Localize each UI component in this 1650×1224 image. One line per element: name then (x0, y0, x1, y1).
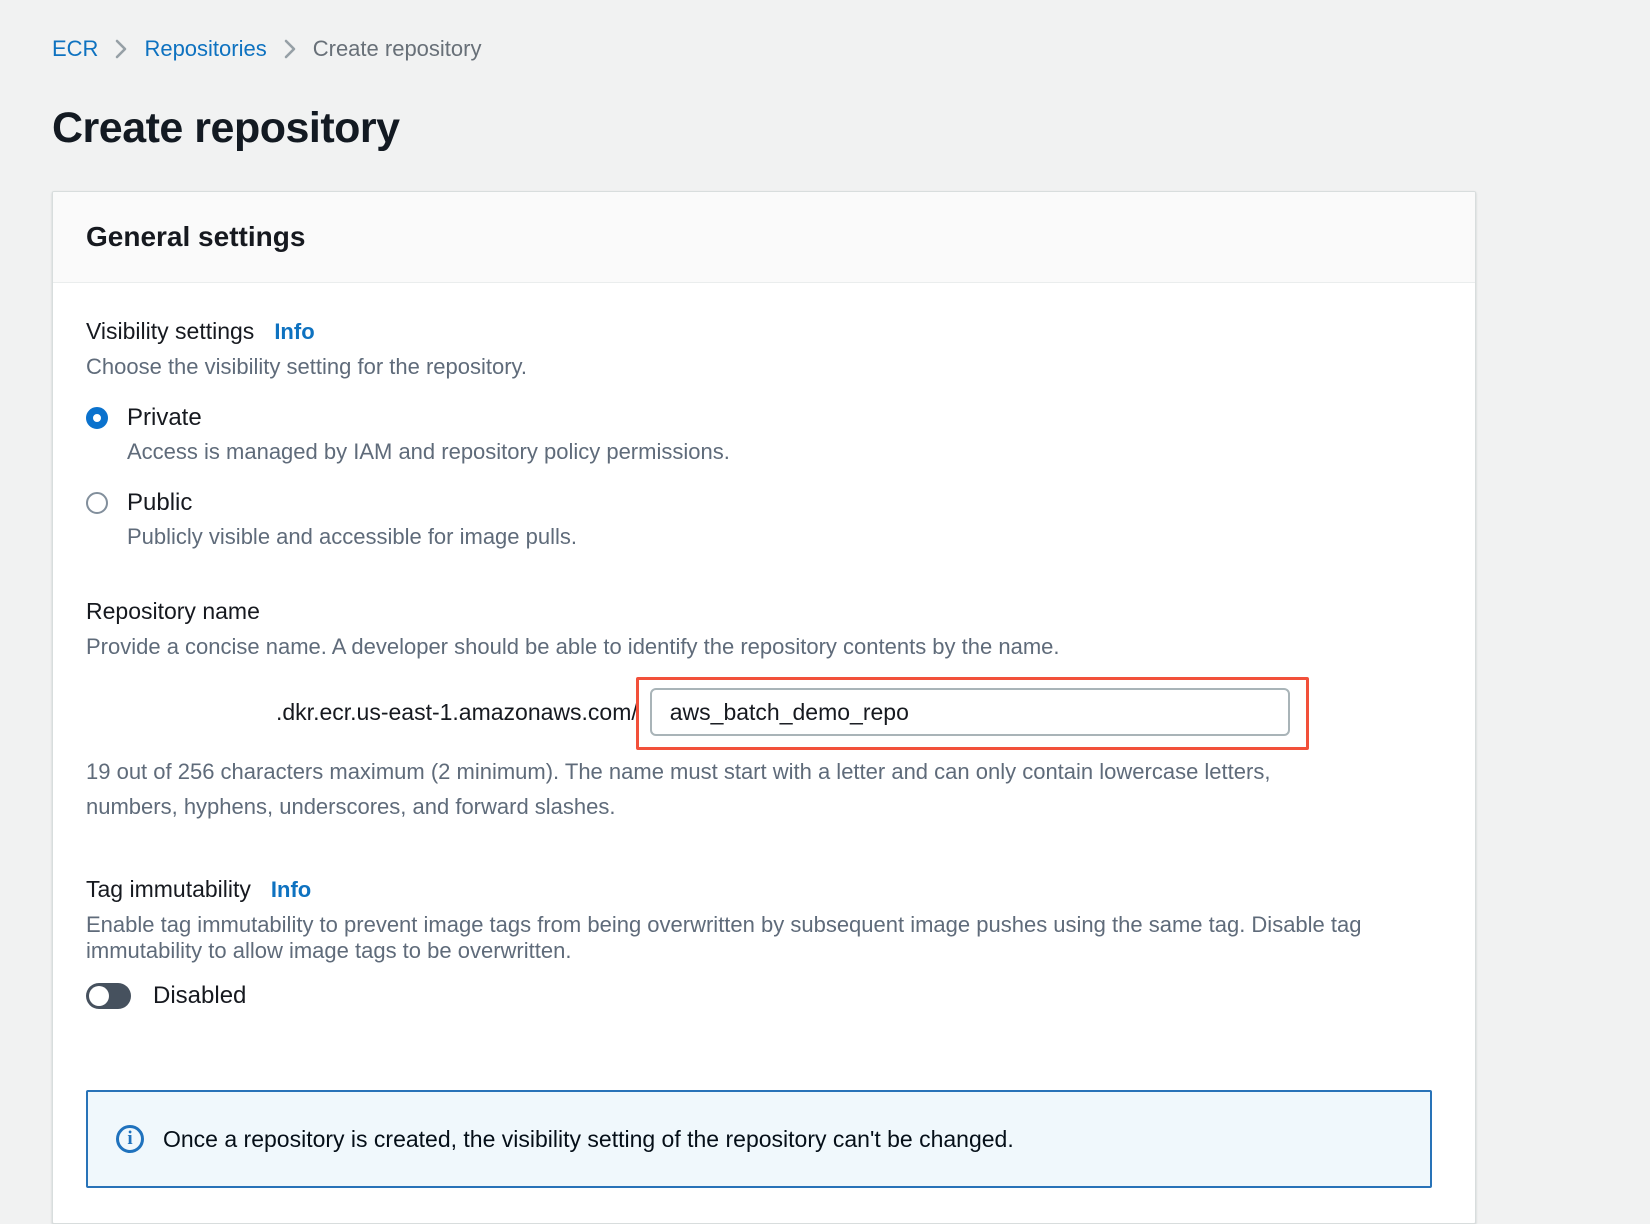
radio-label-public[interactable]: Public (127, 489, 192, 517)
repository-name-description: Provide a concise name. A developer shou… (86, 634, 1442, 660)
visibility-info-alert: i Once a repository is created, the visi… (86, 1090, 1432, 1188)
panel-header: General settings (53, 192, 1475, 283)
radio-description-private: Access is managed by IAM and repository … (127, 439, 1442, 465)
breadcrumb-link-repositories[interactable]: Repositories (144, 36, 266, 62)
visibility-settings-description: Choose the visibility setting for the re… (86, 354, 1442, 380)
chevron-right-icon (114, 38, 128, 60)
info-circle-icon: i (116, 1125, 144, 1153)
tag-immutability-description: Enable tag immutability to prevent image… (86, 912, 1442, 964)
tag-immutability-toggle[interactable] (86, 983, 131, 1009)
breadcrumb-link-ecr[interactable]: ECR (52, 36, 98, 62)
radio-label-private[interactable]: Private (127, 404, 202, 432)
radio-button-private[interactable] (86, 407, 108, 429)
radio-button-public[interactable] (86, 492, 108, 514)
tag-immutability-label: Tag immutability (86, 876, 251, 903)
radio-description-public: Publicly visible and accessible for imag… (127, 524, 1442, 550)
visibility-settings-label: Visibility settings (86, 318, 254, 345)
repository-url-prefix: .dkr.ecr.us-east-1.amazonaws.com/ (276, 699, 638, 726)
tag-immutability-state-label: Disabled (153, 982, 246, 1010)
chevron-right-icon (283, 38, 297, 60)
visibility-settings-field: Visibility settings Info Choose the visi… (86, 318, 1442, 550)
panel-title: General settings (86, 221, 305, 252)
repository-name-helper-text: 19 out of 256 characters maximum (2 mini… (86, 754, 1321, 824)
radio-option-private: Private Access is managed by IAM and rep… (86, 404, 1442, 465)
tag-immutability-field: Tag immutability Info Enable tag immutab… (86, 876, 1442, 1010)
visibility-info-link[interactable]: Info (274, 319, 314, 345)
breadcrumb: ECR Repositories Create repository (52, 0, 1598, 62)
page-title: Create repository (52, 104, 1598, 153)
repository-name-input[interactable] (650, 688, 1290, 736)
page: ECR Repositories Create repository Creat… (0, 0, 1650, 1224)
info-alert-text: Once a repository is created, the visibi… (163, 1126, 1014, 1153)
general-settings-panel: General settings Visibility settings Inf… (52, 191, 1476, 1224)
toggle-knob (89, 986, 109, 1006)
repository-name-label: Repository name (86, 598, 1442, 625)
repository-name-field: Repository name Provide a concise name. … (86, 598, 1442, 824)
radio-option-public: Public Publicly visible and accessible f… (86, 489, 1442, 550)
tag-immutability-info-link[interactable]: Info (271, 877, 311, 903)
panel-body: Visibility settings Info Choose the visi… (53, 283, 1475, 1223)
breadcrumb-current: Create repository (313, 36, 482, 62)
